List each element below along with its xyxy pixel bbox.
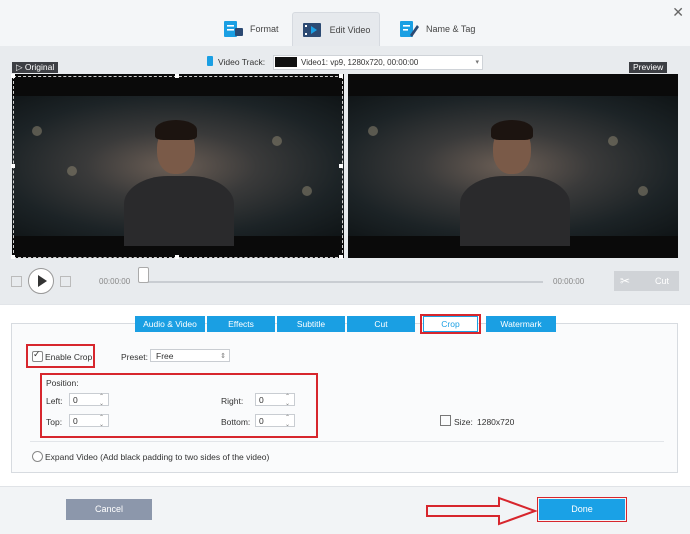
name-tag-icon — [398, 19, 420, 39]
preview-label: Preview — [629, 62, 668, 73]
crop-handle[interactable] — [175, 74, 179, 78]
bottom-label: Bottom: — [221, 417, 251, 427]
prev-frame-icon[interactable] — [11, 276, 22, 287]
tab-format-label: Format — [250, 24, 279, 34]
tab-audio-video[interactable]: Audio & Video — [135, 316, 205, 332]
annotation-box-crop-tab — [420, 314, 481, 334]
timeline-track[interactable] — [143, 281, 543, 283]
format-icon — [222, 19, 244, 39]
timeline-handle[interactable] — [138, 267, 149, 283]
preset-dropdown[interactable]: Free ⇕ — [150, 349, 230, 362]
top-input[interactable]: 0 — [69, 414, 109, 428]
video-track-icon — [207, 56, 213, 66]
tab-edit-video[interactable]: Edit Video — [292, 12, 380, 47]
bottom-input[interactable]: 0 — [255, 414, 295, 428]
track-thumbnail — [275, 57, 297, 67]
annotation-box-done — [537, 497, 627, 522]
tab-watermark[interactable]: Watermark — [486, 316, 556, 332]
annotation-box-enable-crop — [26, 344, 95, 368]
size-label: Size: — [454, 417, 473, 427]
crop-handle[interactable] — [11, 74, 15, 78]
top-label: Top: — [46, 417, 63, 427]
right-input[interactable]: 0 — [255, 393, 295, 407]
original-label: ▷ Original — [12, 62, 59, 73]
preview-video-frame — [348, 96, 678, 246]
original-label-text: Original — [24, 62, 55, 72]
cut-button[interactable]: ✂ Cut — [614, 271, 679, 291]
divider — [0, 304, 690, 305]
preset-label: Preset: — [121, 352, 148, 362]
time-start: 00:00:00 — [99, 277, 131, 286]
play-indicator-icon: ▷ — [16, 62, 23, 72]
left-label: Left: — [46, 396, 63, 406]
cut-button-label: Cut — [654, 276, 669, 286]
position-label: Position: — [46, 378, 79, 388]
crop-handle[interactable] — [11, 255, 15, 259]
video-track-select[interactable]: Video1: vp9, 1280x720, 00:00:00 ▾ — [273, 55, 483, 70]
video-track-value: Video1: vp9, 1280x720, 00:00:00 — [301, 58, 419, 67]
crop-frame[interactable] — [13, 76, 343, 258]
tab-cut[interactable]: Cut — [347, 316, 415, 332]
tab-effects[interactable]: Effects — [207, 316, 275, 332]
left-input[interactable]: 0 — [69, 393, 109, 407]
bokeh-light — [608, 136, 618, 146]
tab-edit-video-label: Edit Video — [329, 25, 371, 35]
crop-handle[interactable] — [339, 74, 343, 78]
tab-subtitle[interactable]: Subtitle — [277, 316, 345, 332]
expand-video-checkbox[interactable] — [32, 451, 43, 462]
divider — [30, 441, 664, 442]
preset-value: Free — [156, 351, 174, 361]
chevron-updown-icon: ⇕ — [220, 353, 226, 360]
size-value: 1280x720 — [477, 417, 515, 427]
bokeh-light — [638, 186, 648, 196]
cancel-button[interactable]: Cancel — [66, 499, 152, 520]
tab-format[interactable]: Format — [222, 12, 279, 46]
crop-handle[interactable] — [339, 164, 343, 168]
person-hair — [491, 120, 533, 140]
crop-handle[interactable] — [11, 164, 15, 168]
close-icon[interactable]: ✕ — [672, 4, 684, 21]
preview-video — [348, 74, 678, 258]
expand-video-label: Expand Video (Add black padding to two s… — [45, 452, 270, 462]
right-label: Right: — [221, 396, 244, 406]
video-track-label: Video Track: — [218, 57, 266, 67]
bokeh-light — [368, 126, 378, 136]
tab-name-tag-label: Name & Tag — [426, 24, 476, 34]
chevron-down-icon: ▾ — [475, 59, 479, 66]
time-end: 00:00:00 — [553, 277, 585, 286]
play-button[interactable] — [28, 268, 54, 294]
tab-name-tag[interactable]: Name & Tag — [398, 12, 475, 46]
size-icon — [440, 415, 451, 426]
person-body — [460, 176, 570, 246]
crop-handle[interactable] — [339, 255, 343, 259]
next-frame-icon[interactable] — [60, 276, 71, 287]
annotation-arrow-icon — [426, 496, 538, 526]
edit-video-icon — [302, 20, 324, 40]
crop-handle[interactable] — [175, 255, 179, 259]
scissors-icon: ✂ — [620, 274, 631, 288]
